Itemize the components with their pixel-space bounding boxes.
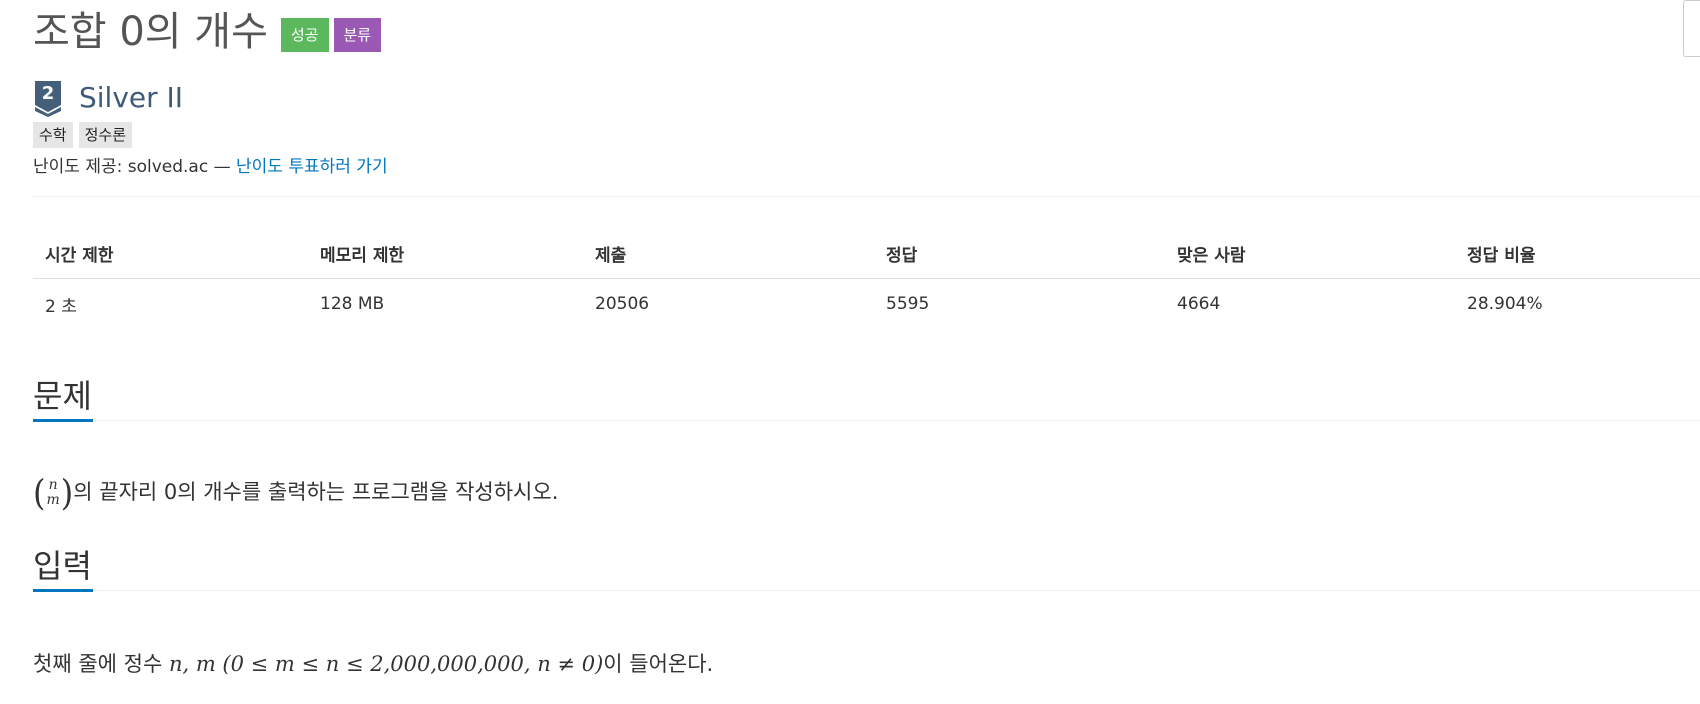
title-row: 조합 0의 개수 성공 분류: [33, 6, 382, 58]
header-accepted: 정답: [874, 228, 1165, 279]
tag-math[interactable]: 수학: [33, 122, 73, 148]
header-memory-limit: 메모리 제한: [308, 228, 583, 279]
input-text-after: 이 들어온다.: [603, 652, 714, 676]
header-solvers: 맞은 사람: [1165, 228, 1455, 279]
tier-level: 2: [42, 83, 55, 104]
credit-text: 난이도 제공: solved.ac —: [33, 157, 231, 177]
binomial-bottom: m: [46, 492, 60, 508]
classify-badge[interactable]: 분류: [333, 18, 382, 52]
section-underline: [33, 419, 93, 422]
input-description: 첫째 줄에 정수 n, m (0 ≤ m ≤ n ≤ 2,000,000,000…: [33, 648, 713, 680]
time-limit-value: 2 초: [45, 296, 77, 317]
tier-row: 2 Silver II: [33, 78, 183, 118]
left-paren: (: [33, 472, 46, 514]
table-header-row: 시간 제한 메모리 제한 제출 정답 맞은 사람 정답 비율: [33, 228, 1700, 279]
success-badge: 성공: [280, 18, 329, 52]
algorithm-tags: 수학 정수론: [33, 122, 138, 148]
input-text-before: 첫째 줄에 정수: [33, 652, 169, 676]
submissions-value: 20506: [595, 294, 650, 314]
memory-limit-value: 128 MB: [320, 294, 385, 314]
divider: [33, 196, 1700, 197]
header-ratio: 정답 비율: [1455, 228, 1700, 279]
problem-title: 조합 0의 개수: [33, 9, 268, 55]
problem-section-title: 문제: [33, 377, 92, 415]
problem-page: 조합 0의 개수 성공 분류 2 Silver II 수학 정수론 난이도 제공…: [0, 0, 1700, 704]
header-time-limit: 시간 제한: [33, 228, 308, 279]
problem-info-table: 시간 제한 메모리 제한 제출 정답 맞은 사람 정답 비율 2 초 128 M…: [33, 228, 1700, 329]
tier-name: Silver II: [79, 81, 184, 114]
input-math: n, m (0 ≤ m ≤ n ≤ 2,000,000,000, n ≠ 0): [168, 652, 604, 676]
problem-description: ( n m ) 의 끝자리 0의 개수를 출력하는 프로그램을 작성하시오.: [33, 472, 559, 514]
input-section-header: 입력: [33, 544, 1700, 592]
binomial-stack: n m: [46, 478, 59, 508]
silver-tier-icon: 2: [35, 81, 61, 117]
solvers-value: 4664: [1177, 294, 1221, 314]
section-divider: [93, 420, 1700, 421]
section-divider: [93, 590, 1700, 591]
ratio-value: 28.904%: [1467, 294, 1543, 314]
difficulty-credit: 난이도 제공: solved.ac — 난이도 투표하러 가기: [33, 154, 388, 180]
section-underline: [33, 589, 93, 592]
problem-text: 의 끝자리 0의 개수를 출력하는 프로그램을 작성하시오.: [73, 480, 559, 504]
vote-difficulty-link[interactable]: 난이도 투표하러 가기: [236, 157, 388, 177]
accepted-value: 5595: [886, 294, 930, 314]
binomial-top: n: [48, 477, 58, 493]
header-submissions[interactable]: 제출: [583, 228, 874, 279]
tag-number-theory[interactable]: 정수론: [78, 122, 133, 148]
right-paren: ): [60, 472, 74, 514]
input-section-title: 입력: [33, 547, 92, 585]
table-row: 2 초 128 MB 20506 5595 4664 28.904%: [33, 279, 1700, 330]
problem-section-header: 문제: [33, 374, 1700, 422]
side-panel-edge[interactable]: [1683, 0, 1700, 57]
binomial-expression: ( n m ): [33, 472, 74, 514]
